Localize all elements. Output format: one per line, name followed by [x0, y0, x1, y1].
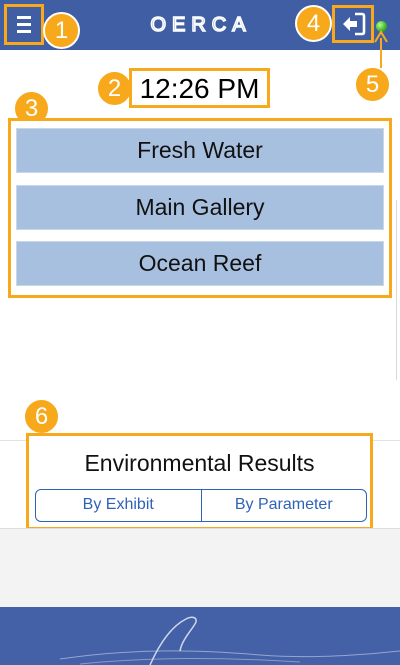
- callout-2: 2: [96, 70, 133, 107]
- wave-decoration: [59, 616, 400, 665]
- exhibit-item-main-gallery[interactable]: Main Gallery: [16, 185, 384, 230]
- callout-1: 1: [43, 12, 80, 49]
- hamburger-menu-icon-bar: [17, 23, 31, 26]
- logout-arrow-icon: [343, 12, 366, 36]
- current-time: 12:26 PM: [139, 73, 260, 104]
- environmental-results-panel: Environmental Results By Exhibit By Para…: [26, 433, 373, 530]
- by-exhibit-button[interactable]: By Exhibit: [36, 490, 201, 521]
- logout-button[interactable]: [332, 5, 374, 43]
- by-parameter-button[interactable]: By Parameter: [200, 490, 367, 521]
- menu-button[interactable]: [4, 4, 44, 45]
- logo-text: OERCA: [150, 14, 251, 36]
- callout-5: 5: [354, 66, 391, 103]
- hamburger-menu-icon: [17, 16, 31, 19]
- hamburger-menu-icon-bar: [17, 30, 31, 33]
- scroll-indicator: [396, 200, 400, 380]
- exhibit-item-ocean-reef[interactable]: Ocean Reef: [16, 241, 384, 286]
- app-footer: [0, 607, 400, 665]
- callout-6: 6: [23, 398, 60, 435]
- environmental-results-segmented-control: By Exhibit By Parameter: [35, 489, 367, 522]
- content-background: [0, 528, 400, 608]
- exhibit-item-fresh-water[interactable]: Fresh Water: [16, 128, 384, 173]
- callout-4: 4: [295, 5, 332, 42]
- clock-display: 12:26 PM: [129, 68, 270, 108]
- callout-5-arrow: [374, 30, 388, 68]
- exhibit-list: Fresh Water Main Gallery Ocean Reef: [8, 118, 392, 298]
- app-logo: OERCA: [150, 13, 251, 36]
- environmental-results-title: Environmental Results: [84, 450, 315, 476]
